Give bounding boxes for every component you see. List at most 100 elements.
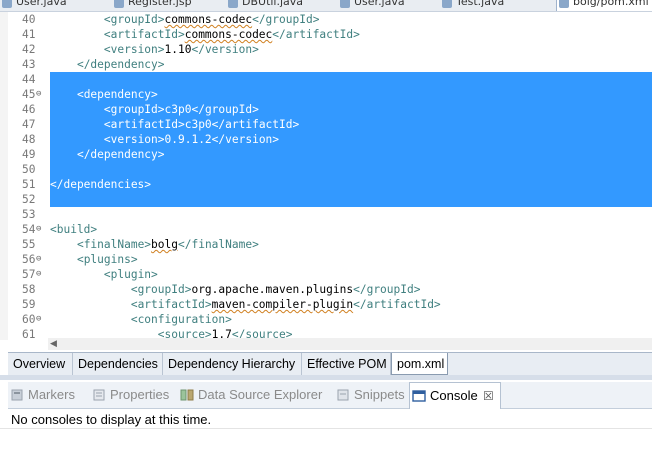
- code-line[interactable]: 43 </dependency>: [8, 57, 652, 72]
- tab-dependencies[interactable]: Dependencies: [73, 353, 163, 375]
- editor-tab-register-jsp[interactable]: Register.jsp: [112, 0, 240, 11]
- view-tab-console[interactable]: Console ☒: [409, 382, 501, 410]
- xml-tag: </groupId>: [191, 103, 259, 116]
- view-tab-properties[interactable]: Properties: [90, 382, 169, 408]
- line-number: 42: [8, 42, 36, 57]
- code-line[interactable]: 58 <groupId>org.apache.maven.plugins</gr…: [8, 282, 652, 297]
- xml-tag: </finalName>: [178, 238, 259, 251]
- xml-tag: </dependency>: [76, 148, 165, 161]
- tab-overview[interactable]: Overview: [8, 353, 73, 375]
- console-message: No consoles to display at this time.: [11, 412, 212, 427]
- xml-tag: <groupId>: [103, 13, 165, 26]
- code-line[interactable]: 57 ⊖ <plugin>: [8, 267, 652, 282]
- scroll-left-icon[interactable]: ◀: [50, 338, 57, 350]
- code-line[interactable]: 42 <version>1.10</version>: [8, 42, 652, 57]
- view-tab-snippets[interactable]: Snippets: [334, 382, 405, 408]
- code-line[interactable]: 53: [8, 207, 652, 222]
- code-text: <dependency>: [50, 87, 652, 102]
- code-text: <artifactId>c3p0</artifactId>: [50, 117, 652, 132]
- fold-toggle-icon[interactable]: ⊖: [36, 267, 46, 282]
- xml-tag: </dependency>: [76, 58, 165, 71]
- code-line[interactable]: 40 <groupId>commons-codec</groupId>: [8, 12, 652, 27]
- fold-toggle-icon[interactable]: ⊖: [36, 312, 46, 327]
- line-number: 45: [8, 87, 36, 102]
- tab-effective-pom[interactable]: Effective POM: [302, 353, 391, 375]
- xml-tag: </groupId>: [353, 283, 421, 296]
- view-tab-markers[interactable]: Markers: [8, 382, 75, 408]
- code-line[interactable]: 51 </dependencies>: [8, 177, 652, 192]
- xml-tag: </version>: [191, 43, 259, 56]
- code-line[interactable]: 55 <finalName>bolg</finalName>: [8, 237, 652, 252]
- line-number: 52: [8, 192, 36, 207]
- xml-tag: <configuration>: [130, 313, 232, 326]
- code-line[interactable]: 56 ⊖ <plugins>: [8, 252, 652, 267]
- code-text: <groupId>commons-codec</groupId>: [50, 12, 652, 27]
- view-tab-data-source-explorer[interactable]: Data Source Explorer: [178, 382, 322, 408]
- line-number: 56: [8, 252, 36, 267]
- code-text: <groupId>org.apache.maven.plugins</group…: [50, 282, 652, 297]
- data-source-explorer-icon: [180, 389, 194, 401]
- code-text: <finalName>bolg</finalName>: [50, 237, 652, 252]
- code-text: <artifactId>maven-compiler-plugin</artif…: [50, 297, 652, 312]
- fold-toggle-icon[interactable]: ⊖: [36, 222, 46, 237]
- console-view[interactable]: No consoles to display at this time.: [8, 409, 652, 459]
- line-number: 58: [8, 282, 36, 297]
- line-number: 46: [8, 102, 36, 117]
- code-text: <artifactId>commons-codec</artifactId>: [50, 27, 652, 42]
- code-text: <plugins>: [50, 252, 652, 267]
- code-line[interactable]: 59 <artifactId>maven-compiler-plugin</ar…: [8, 297, 652, 312]
- code-line[interactable]: 45 ⊖ <dependency>: [8, 87, 652, 102]
- code-line[interactable]: 41 <artifactId>commons-codec</artifactId…: [8, 27, 652, 42]
- code-text: </dependency>: [50, 57, 652, 72]
- code-text: [50, 162, 652, 177]
- line-number: 55: [8, 237, 36, 252]
- code-line[interactable]: 54 ⊖ <build>: [8, 222, 652, 237]
- code-line[interactable]: 60 ⊖ <configuration>: [8, 312, 652, 327]
- tab-pom-xml[interactable]: pom.xml: [391, 353, 448, 375]
- xml-value: 0.9.1.2: [164, 133, 212, 146]
- xml-tag: </artifactId>: [211, 118, 300, 131]
- code-text: <build>: [50, 222, 652, 237]
- line-number: 47: [8, 117, 36, 132]
- code-line[interactable]: 52: [8, 192, 652, 207]
- close-icon[interactable]: ☒: [483, 383, 494, 409]
- xml-value: maven-compiler-plugin: [211, 298, 354, 311]
- tab-dependency-hierarchy[interactable]: Dependency Hierarchy: [163, 353, 302, 375]
- xml-tag: <artifactId>: [103, 118, 185, 131]
- view-separator: [0, 375, 652, 380]
- fold-toggle-icon[interactable]: ⊖: [36, 87, 46, 102]
- line-number: 53: [8, 207, 36, 222]
- xml-value: org.apache.maven.plugins: [191, 283, 354, 296]
- line-number: 43: [8, 57, 36, 72]
- editor-tab-dbutil-java[interactable]: DBUtil.java: [226, 0, 352, 11]
- line-number: 61: [8, 327, 36, 340]
- line-number: 60: [8, 312, 36, 327]
- xml-tag: </version>: [211, 133, 280, 146]
- editor-tab-user-java-2[interactable]: User.java: [338, 0, 454, 11]
- code-line[interactable]: 48 <version>0.9.1.2</version>: [8, 132, 652, 147]
- code-line[interactable]: 50: [8, 162, 652, 177]
- xml-source-editor[interactable]: 40 <groupId>commons-codec</groupId> 41 <a…: [0, 12, 652, 340]
- editor-horizontal-scrollbar[interactable]: ◀: [48, 338, 652, 350]
- console-scroll-edge: [0, 428, 652, 434]
- editor-tab-test-java[interactable]: Test.java: [440, 0, 561, 11]
- line-number: 57: [8, 267, 36, 282]
- code-text: <configuration>: [50, 312, 652, 327]
- fold-toggle-icon[interactable]: ⊖: [36, 252, 46, 267]
- code-line[interactable]: 46 <groupId>c3p0</groupId>: [8, 102, 652, 117]
- editor-tab-pom-xml[interactable]: bolg/pom.xml: [556, 0, 652, 11]
- xml-tag: </artifactId>: [353, 298, 441, 311]
- xml-tag: </artifactId>: [272, 28, 360, 41]
- code-line[interactable]: 49 </dependency>: [8, 147, 652, 162]
- code-line[interactable]: 47 <artifactId>c3p0</artifactId>: [8, 117, 652, 132]
- code-line[interactable]: 44: [8, 72, 652, 87]
- editor-tab-user-java[interactable]: User.java: [0, 0, 126, 11]
- code-text: <version>1.10</version>: [50, 42, 652, 57]
